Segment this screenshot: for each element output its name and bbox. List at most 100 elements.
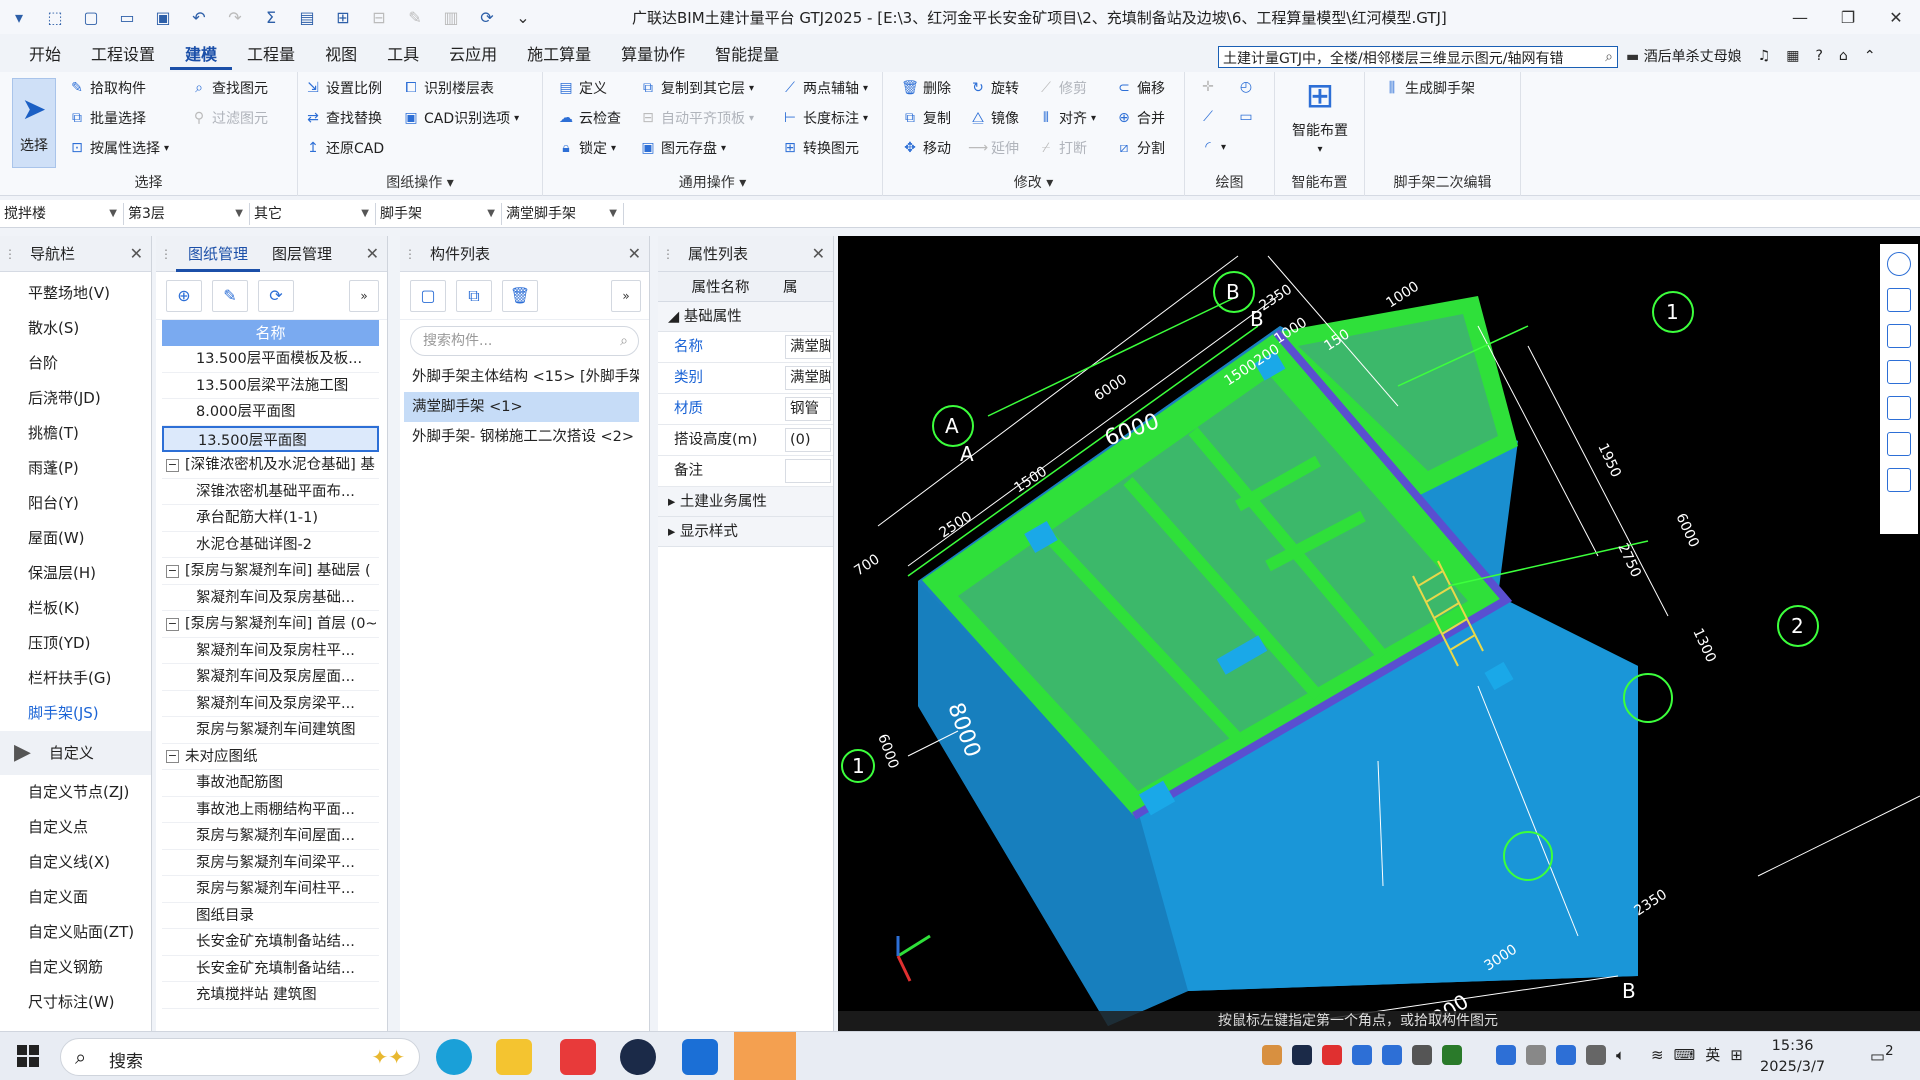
- close-icon[interactable]: ✕: [628, 244, 641, 263]
- drawing-tree-group[interactable]: − [深锥浓密机及水泥仓基础] 基: [162, 452, 379, 479]
- drawing-tree-group[interactable]: − [泵房与絮凝剂车间] 首层 (0~: [162, 611, 379, 638]
- align-button[interactable]: ⫴ 对齐 ▾: [1037, 108, 1096, 128]
- system-clock[interactable]: 15:36 2025/3/7: [1760, 1036, 1825, 1078]
- define-button[interactable]: ▤ 定义: [557, 78, 607, 98]
- collapse-ribbon-icon[interactable]: ⌃: [1864, 48, 1876, 64]
- component-select[interactable]: 满堂脚手架 ▼: [502, 203, 624, 225]
- tray-wps-icon[interactable]: [1322, 1044, 1342, 1065]
- property-value[interactable]: (0): [785, 428, 831, 452]
- tab-drawing-management[interactable]: 图纸管理: [176, 236, 261, 272]
- collapse-icon[interactable]: −: [166, 458, 179, 472]
- two-point-axis-button[interactable]: ⟋ 两点辅轴 ▾: [781, 78, 868, 98]
- nav-item[interactable]: 台阶: [0, 346, 151, 381]
- close-icon[interactable]: ✕: [130, 244, 143, 263]
- tab-project-settings[interactable]: 工程设置: [76, 40, 170, 70]
- save-icon[interactable]: ▣: [152, 6, 174, 28]
- report-view-icon[interactable]: [1887, 468, 1911, 492]
- drawing-tree-item[interactable]: 13.500层梁平法施工图: [162, 373, 379, 399]
- generate-scaffold-button[interactable]: ⫼ 生成脚手架: [1383, 78, 1475, 98]
- nav-item[interactable]: 雨蓬(P): [0, 451, 151, 486]
- 3d-viewport[interactable]: B B A A 1 2 1 B 2350 1000 1000 150 6000 …: [838, 236, 1920, 1031]
- lock-button[interactable]: 🔒︎ 锁定 ▾: [557, 138, 616, 158]
- find-element-button[interactable]: ⌕ 查找图元: [190, 78, 268, 98]
- batch-select-button[interactable]: ⧉ 批量选择: [68, 108, 146, 128]
- category-select[interactable]: 其它 ▼: [250, 203, 376, 225]
- headset-icon[interactable]: ♫: [1758, 48, 1771, 64]
- tray-qq-icon[interactable]: [1352, 1044, 1372, 1065]
- tray-app-icon[interactable]: [1262, 1044, 1282, 1065]
- rotate-button[interactable]: ↻ 旋转: [969, 78, 1019, 98]
- nav-item[interactable]: 保温层(H): [0, 556, 151, 591]
- taskbar-search[interactable]: ⌕ 搜索 ✦✦: [60, 1038, 420, 1076]
- tab-start[interactable]: 开始: [14, 40, 76, 70]
- collapse-icon[interactable]: −: [166, 564, 179, 578]
- drawing-tree-item[interactable]: 13.500层平面图: [162, 425, 379, 452]
- drawing-tree-item[interactable]: 水泥仓基础详图-2: [162, 532, 379, 558]
- select-by-property-button[interactable]: ⊡ 按属性选择 ▾: [68, 138, 169, 158]
- new-component-icon[interactable]: ▢: [410, 279, 446, 312]
- component-search-input[interactable]: 搜索构件... ⌕: [410, 326, 639, 356]
- drag-handle-icon[interactable]: ⋮: [400, 247, 420, 261]
- tab-tools[interactable]: 工具: [372, 40, 434, 70]
- nav-item[interactable]: 尺寸标注(W): [0, 985, 151, 1020]
- tray-sync-icon[interactable]: [1382, 1044, 1402, 1065]
- more-icon[interactable]: »: [349, 279, 379, 312]
- recognize-floor-button[interactable]: ⧠ 识别楼层表: [402, 78, 494, 98]
- drag-handle-icon[interactable]: ⋮: [156, 247, 176, 261]
- drawing-tree-item[interactable]: 图纸目录: [162, 903, 379, 929]
- drawing-tree-item[interactable]: 承台配筋大样(1-1): [162, 505, 379, 532]
- shirt-icon[interactable]: ⌂: [1839, 48, 1848, 64]
- component-type-select[interactable]: 脚手架 ▼: [376, 203, 502, 225]
- tab-layer-management[interactable]: 图层管理: [260, 236, 344, 272]
- delete-component-icon[interactable]: 🗑︎: [502, 279, 538, 312]
- filter-element-button[interactable]: ⚲ 过滤图元: [190, 108, 268, 128]
- modify-group-title[interactable]: 修改 ▾: [883, 172, 1184, 192]
- drawing-tree-item[interactable]: 泵房与絮凝剂车间建筑图: [162, 717, 379, 744]
- collapse-icon[interactable]: −: [166, 617, 179, 631]
- nav-group-custom[interactable]: ▶ 自定义: [0, 731, 151, 775]
- find-replace-button[interactable]: ⇄ 查找替换: [304, 108, 382, 128]
- drawing-tree-item[interactable]: 絮凝剂车间及泵房基础...: [162, 585, 379, 611]
- gtj-app-icon[interactable]: [682, 1039, 718, 1075]
- pick-component-button[interactable]: ✎ 拾取构件: [68, 78, 146, 98]
- tray-g-icon[interactable]: [1496, 1044, 1516, 1065]
- formula-icon[interactable]: Σ: [260, 6, 282, 28]
- drag-handle-icon[interactable]: ⋮: [0, 247, 20, 261]
- tray-nvidia-icon[interactable]: [1442, 1044, 1462, 1065]
- nav-item[interactable]: 自定义面: [0, 880, 151, 915]
- drawing-tree-item[interactable]: 充填搅拌站 建筑图: [162, 982, 379, 1009]
- drawing-tree-item[interactable]: 事故池上雨棚结构平面...: [162, 797, 379, 823]
- draw-line-button[interactable]: ⟋: [1199, 108, 1217, 126]
- tray-shield-icon[interactable]: [1526, 1044, 1546, 1065]
- component-item[interactable]: 外脚手架- 钢梯施工二次搭设 <2>: [404, 422, 639, 452]
- property-value[interactable]: [785, 459, 831, 483]
- drawing-tree-item[interactable]: 絮凝剂车间及泵房柱平...: [162, 638, 379, 664]
- help-icon[interactable]: ?: [1815, 48, 1822, 64]
- draw-point-button[interactable]: ✛: [1199, 78, 1217, 96]
- calendar-icon[interactable]: ▦: [1786, 48, 1799, 64]
- volume-icon[interactable]: 🔈︎: [1616, 1046, 1625, 1064]
- explorer-app-icon[interactable]: [496, 1039, 532, 1075]
- select-button[interactable]: ➤ 选择: [12, 78, 56, 168]
- draw-arc-button[interactable]: ◜ ▾: [1199, 138, 1226, 156]
- close-icon[interactable]: ✕: [812, 244, 825, 263]
- split-button[interactable]: ⧄ 分割: [1115, 138, 1165, 158]
- tray-monitor-icon[interactable]: [1412, 1044, 1432, 1065]
- auto-flat-button[interactable]: ⊟ 自动平齐顶板 ▾: [639, 108, 754, 128]
- drawing-tree-group[interactable]: − 未对应图纸: [162, 744, 379, 770]
- nav-item[interactable]: 屋面(W): [0, 521, 151, 556]
- edge-app-icon[interactable]: [436, 1039, 472, 1075]
- section-civil-properties[interactable]: ▸ 土建业务属性: [658, 487, 833, 517]
- customize-icon[interactable]: ⌄: [512, 6, 534, 28]
- break-button[interactable]: ⌿ 打断: [1037, 138, 1087, 158]
- wifi-icon[interactable]: ≋: [1651, 1046, 1664, 1064]
- drawing-tree-item[interactable]: 长安金矿充填制备站结...: [162, 956, 379, 982]
- 3d-view-icon[interactable]: [1887, 324, 1911, 348]
- convert-element-button[interactable]: ⊞ 转换图元: [781, 138, 859, 158]
- section-display-style[interactable]: ▸ 显示样式: [658, 517, 833, 547]
- restore-icon[interactable]: ❐: [1824, 0, 1872, 34]
- close-icon[interactable]: ✕: [366, 244, 379, 263]
- cad-options-button[interactable]: ▣ CAD识别选项 ▾: [402, 108, 519, 128]
- nav-item[interactable]: 自定义节点(ZJ): [0, 775, 151, 810]
- edit-drawing-icon[interactable]: ✎: [212, 279, 248, 312]
